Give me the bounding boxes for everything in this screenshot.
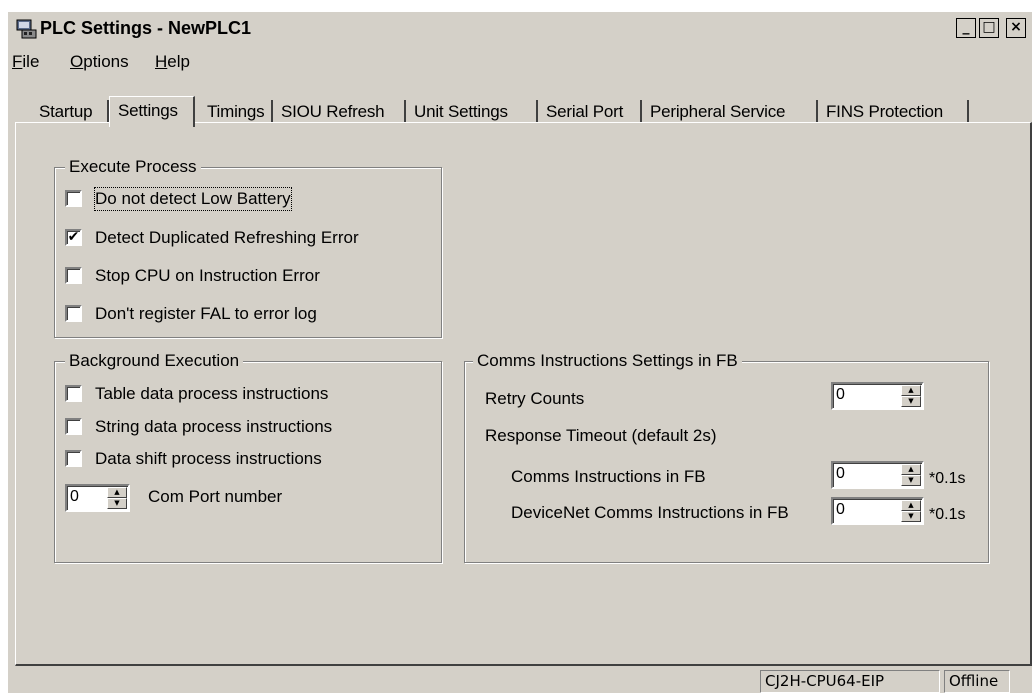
minimize-button[interactable]: _: [956, 18, 976, 38]
dont-register-fal-label: Don't register FAL to error log: [95, 304, 317, 323]
com-port-down-button[interactable]: ▼: [107, 498, 127, 509]
com-port-label: Com Port number: [148, 487, 283, 506]
status-mode: Offline: [944, 670, 1010, 693]
background-execution-group: Background Execution Table data process …: [54, 350, 442, 563]
execute-process-title: Execute Process: [65, 156, 201, 178]
retry-counts-down-button[interactable]: ▼: [901, 396, 921, 407]
status-bar: CJ2H-CPU64-EIP Offline: [8, 668, 1032, 693]
com-port-up-button[interactable]: ▲: [107, 487, 127, 498]
menu-help[interactable]: Help: [155, 52, 190, 72]
comms-fb-title: Comms Instructions Settings in FB: [473, 350, 742, 372]
close-button[interactable]: ×: [1006, 18, 1026, 38]
comms-instructions-unit: *0.1s: [929, 470, 966, 487]
tab-startup[interactable]: Startup: [31, 100, 109, 123]
comms-instructions-spinner[interactable]: ▲ ▼: [831, 461, 924, 489]
response-timeout-label: Response Timeout (default 2s): [485, 426, 717, 445]
devicenet-comms-spinner[interactable]: ▲ ▼: [831, 497, 924, 525]
maximize-button[interactable]: □: [979, 18, 999, 38]
comms-instructions-up-button[interactable]: ▲: [901, 464, 921, 475]
devicenet-comms-up-button[interactable]: ▲: [901, 500, 921, 511]
data-shift-process-label: Data shift process instructions: [95, 449, 322, 468]
retry-counts-spinner[interactable]: ▲ ▼: [831, 382, 924, 410]
comms-fb-group: Comms Instructions Settings in FB Retry …: [464, 350, 989, 563]
plc-settings-window: PLC Settings - NewPLC1 _ □ × File Option…: [8, 12, 1032, 693]
table-data-process-checkbox[interactable]: [65, 385, 82, 402]
title-bar: PLC Settings - NewPLC1 _ □ ×: [8, 12, 1032, 44]
plc-app-icon: [16, 19, 37, 39]
comms-instructions-input[interactable]: [836, 465, 876, 483]
do-not-detect-low-battery-label: Do not detect Low Battery: [94, 187, 292, 211]
devicenet-comms-input[interactable]: [836, 501, 876, 519]
do-not-detect-low-battery-checkbox[interactable]: [65, 190, 82, 207]
devicenet-comms-down-button[interactable]: ▼: [901, 511, 921, 522]
dont-register-fal-checkbox[interactable]: [65, 305, 82, 322]
retry-counts-up-button[interactable]: ▲: [901, 385, 921, 396]
comms-instructions-down-button[interactable]: ▼: [901, 475, 921, 486]
string-data-process-label: String data process instructions: [95, 417, 333, 436]
detect-duplicated-refreshing-error-label: Detect Duplicated Refreshing Error: [95, 228, 359, 247]
settings-tab-panel: Execute Process Do not detect Low Batter…: [15, 122, 1032, 666]
comms-instructions-label: Comms Instructions in FB: [511, 467, 706, 486]
retry-counts-label: Retry Counts: [485, 389, 585, 408]
table-data-process-label: Table data process instructions: [95, 384, 329, 403]
tab-unit-settings[interactable]: Unit Settings: [406, 100, 538, 123]
com-port-spinner[interactable]: ▲ ▼: [65, 484, 130, 512]
string-data-process-checkbox[interactable]: [65, 418, 82, 435]
menu-file[interactable]: File: [12, 52, 39, 72]
com-port-input[interactable]: [70, 488, 110, 506]
tab-serial-port[interactable]: Serial Port: [538, 100, 642, 123]
retry-counts-input[interactable]: [836, 386, 876, 404]
tab-settings[interactable]: Settings: [109, 96, 195, 127]
stop-cpu-on-instruction-error-checkbox[interactable]: [65, 267, 82, 284]
tab-peripheral-service[interactable]: Peripheral Service: [642, 100, 818, 123]
menu-bar: File Options Help: [8, 50, 1032, 78]
status-model: CJ2H-CPU64-EIP: [760, 670, 940, 693]
data-shift-process-checkbox[interactable]: [65, 450, 82, 467]
stop-cpu-on-instruction-error-label: Stop CPU on Instruction Error: [95, 266, 320, 285]
background-execution-title: Background Execution: [65, 350, 244, 372]
devicenet-comms-label: DeviceNet Comms Instructions in FB: [511, 503, 789, 522]
tab-timings[interactable]: Timings: [199, 100, 273, 123]
devicenet-comms-unit: *0.1s: [929, 506, 966, 523]
menu-options[interactable]: Options: [70, 52, 129, 72]
execute-process-group: Execute Process Do not detect Low Batter…: [54, 156, 442, 338]
detect-duplicated-refreshing-error-checkbox[interactable]: ✔: [65, 229, 82, 246]
tab-fins-protection[interactable]: FINS Protection: [818, 100, 969, 123]
window-title: PLC Settings - NewPLC1: [40, 18, 252, 38]
tab-siou-refresh[interactable]: SIOU Refresh: [273, 100, 406, 123]
